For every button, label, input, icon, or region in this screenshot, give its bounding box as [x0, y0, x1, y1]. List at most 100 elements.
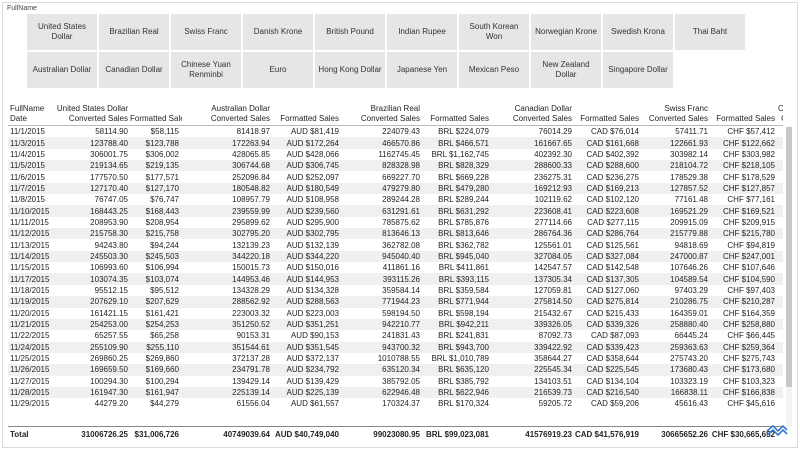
table-cell: 10716	[778, 206, 783, 217]
slicer-chip[interactable]: Indian Rupee	[387, 14, 457, 50]
table-cell: CAD $125,561	[586, 240, 639, 250]
slicer-chip[interactable]: Norwegian Krone	[531, 14, 601, 50]
column-header[interactable]: Chinese YuanConverted	[778, 100, 783, 125]
table-cell: 234791.78	[232, 365, 270, 375]
header-group-label: Canadian Dollar	[514, 104, 572, 113]
table-cell: 15647	[778, 251, 783, 262]
table-row: 11/27/2015 100294.30 $100,294 139429.14 AUD …	[8, 376, 783, 387]
table-cell: 402392.30	[534, 149, 572, 159]
table-cell: 223608.41	[534, 206, 572, 216]
table-cell: 76014.29	[538, 127, 572, 137]
table-cell: 177570.50	[90, 172, 128, 182]
table-cell: CHF $94,819	[727, 240, 775, 250]
table-row: 11/24/2015 255109.90 $255,110 351544.61 AUD …	[8, 341, 783, 353]
slicer-row: United States Dollar Brazilian Real Swiss …	[27, 14, 747, 50]
scrollbar-thumb[interactable]	[786, 127, 792, 387]
slicer-chip[interactable]: Chinese Yuan Renminbi	[171, 52, 241, 88]
slicer-chip[interactable]: Hong Kong Dollar	[315, 52, 385, 88]
table-cell: 11/13/2015	[10, 240, 50, 250]
table-cell: 57411.71	[675, 127, 708, 137]
table-cell: 327084.05	[534, 251, 572, 261]
header-group-label: Swiss Franc	[664, 104, 708, 113]
slicer-chip[interactable]: Thai Baht	[675, 14, 745, 50]
table-cell: 13252	[778, 296, 783, 307]
header-measure-label: Converted Sales	[68, 114, 128, 123]
column-header[interactable]: Formatted Sales	[272, 100, 342, 125]
table-cell: 90153.31	[236, 331, 270, 341]
table-cell: AUD $295,900	[286, 217, 339, 227]
table-row: 11/3/2015 123788.40 $123,788 172263.94 AUD $…	[8, 137, 783, 149]
table-cell: CHF $107,646	[722, 263, 775, 273]
slicer-chip[interactable]: Japanese Yen	[387, 52, 457, 88]
table-cell: 108957.79	[232, 195, 270, 205]
table-cell: CAD $327,084	[586, 251, 639, 261]
table-cell: CAD $402,392	[586, 149, 639, 159]
slicer-chip[interactable]: Canadian Dollar	[99, 52, 169, 88]
column-header[interactable]: United States Dollar Converted Sales	[54, 100, 130, 125]
slicer-chip[interactable]: British Pound	[315, 14, 385, 50]
table-cell: CHF $103,323	[722, 376, 775, 386]
table-cell: CAD $236,275	[586, 172, 639, 182]
vertical-scrollbar[interactable]	[786, 127, 792, 427]
total-cell: $31,006,726	[134, 429, 180, 439]
table-cell: CAD $59,206	[590, 399, 639, 409]
table-cell: 372137.28	[232, 354, 270, 364]
slicer-chip[interactable]: Singapore Dollar	[603, 52, 673, 88]
table-cell: $161,947	[145, 388, 179, 398]
slicer-chip[interactable]: Danish Krone	[243, 14, 313, 50]
column-header[interactable]: Swiss Franc Converted Sales	[642, 100, 710, 125]
table-cell: 306001.75	[90, 149, 128, 159]
column-header[interactable]: Canadian Dollar Converted Sales	[492, 100, 574, 125]
matrix-header: FullName Date United States Dollar Converte…	[8, 100, 783, 126]
table-cell: 122661.93	[670, 138, 708, 148]
table-cell: 170324.37	[382, 399, 420, 409]
table-cell: 150015.73	[232, 263, 270, 273]
slicer-chip[interactable]: Swiss Franc	[171, 14, 241, 50]
table-cell: 11/6/2015	[10, 172, 45, 182]
table-cell: CAD $358,644	[586, 354, 639, 364]
column-header[interactable]: Australian Dollar Converted Sales	[182, 100, 272, 125]
table-cell: 61556.04	[236, 399, 270, 409]
column-header[interactable]: Formatted Sales	[710, 100, 778, 125]
table-cell: 622946.48	[382, 388, 420, 398]
header-measure-label: Formatted Sales	[580, 114, 639, 123]
column-header[interactable]: Brazilian Real Converted Sales	[342, 100, 422, 125]
table-cell: 6574	[778, 274, 783, 285]
table-cell: 631291.61	[382, 206, 420, 216]
table-cell: BRL $359,584	[438, 285, 489, 295]
table-cell: 11/7/2015	[10, 183, 45, 193]
table-cell: 2831	[778, 398, 783, 409]
table-row: 11/21/2015 254253.00 $254,253 351250.52 AUD …	[8, 318, 783, 331]
total-cell: CAD $41,576,919	[574, 429, 639, 439]
slicer-chip[interactable]: Australian Dollar	[27, 52, 97, 88]
slicer-chip[interactable]: Euro	[243, 52, 313, 88]
slicer-chip[interactable]: Mexican Peso	[459, 52, 529, 88]
table-cell: 224079.43	[382, 127, 420, 137]
slicer-chip[interactable]: United States Dollar	[27, 14, 97, 50]
column-header[interactable]: Formatted Sales	[422, 100, 492, 125]
table-cell: AUD $144,953	[286, 274, 339, 284]
table-cell: CHF $209,915	[722, 217, 775, 227]
table-cell: AUD $302,795	[286, 229, 339, 239]
slicer-chip[interactable]: South Korean Won	[459, 14, 529, 50]
table-row: 11/10/2015 168443.25 $168,443 239559.99 AUD …	[8, 205, 783, 217]
table-cell: 209915.09	[670, 217, 708, 227]
column-header[interactable]: Formatted Sales	[130, 100, 182, 125]
slicer-chip[interactable]: New Zealand Dollar	[531, 52, 601, 88]
slicer-chip[interactable]: Brazilian Real	[99, 14, 169, 50]
table-cell: $254,253	[145, 320, 179, 330]
table-cell: 223003.32	[232, 308, 270, 318]
slicer-chip[interactable]: Swedish Krona	[603, 14, 673, 50]
table-cell: 945040.40	[382, 251, 420, 261]
table-cell: 11/27/2015	[10, 376, 50, 386]
table-row: 11/5/2015 219134.65 $219,135 306744.68 AUD $…	[8, 160, 783, 172]
table-cell: 11/21/2015	[10, 320, 50, 330]
table-cell: BRL $635,120	[438, 365, 489, 375]
table-cell: 11/4/2015	[10, 149, 45, 159]
column-header[interactable]: FullName Date	[8, 100, 54, 125]
column-header[interactable]: Formatted Sales	[574, 100, 642, 125]
table-cell: $215,758	[145, 229, 179, 239]
table-cell: AUD $288,563	[286, 297, 339, 307]
table-cell: AUD $351,545	[286, 342, 339, 352]
table-cell: 813646.13	[382, 229, 420, 239]
